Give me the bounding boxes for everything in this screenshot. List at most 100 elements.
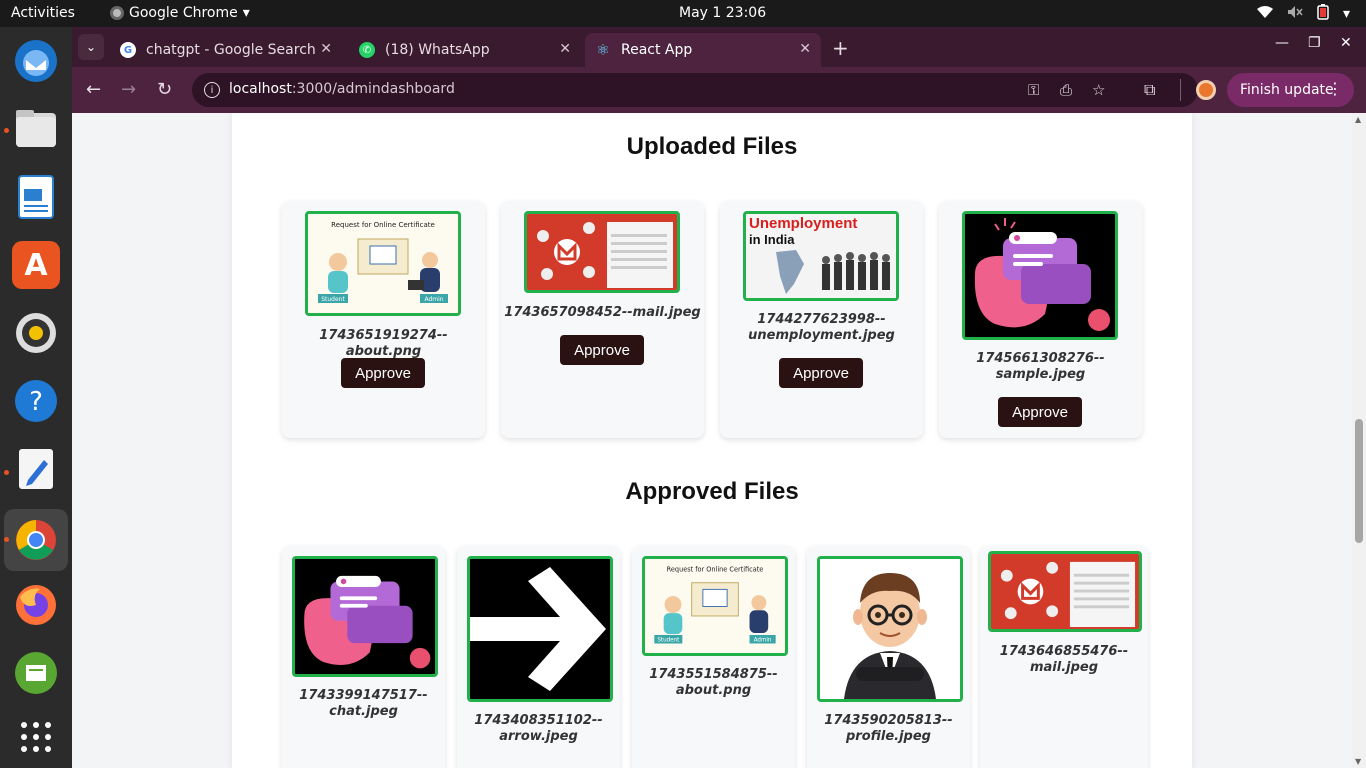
battery-icon: [1317, 4, 1329, 24]
dock: A ?: [0, 27, 72, 768]
tab-title: (18) WhatsApp: [385, 42, 490, 58]
help-icon[interactable]: ?: [12, 377, 60, 425]
svg-text:Admin: Admin: [754, 638, 772, 644]
minimize-button[interactable]: —: [1275, 35, 1289, 51]
unemployment-in-india: Unemployment in India: [746, 214, 896, 298]
bookmark-star-icon[interactable]: ☆: [1092, 81, 1105, 99]
approved-files-heading: Approved Files: [625, 478, 799, 505]
new-tab-button[interactable]: +: [832, 36, 849, 60]
extensions-icon[interactable]: ⧉: [1144, 80, 1155, 100]
file-name: 1743590205813-- profile.jpeg: [824, 713, 953, 744]
install-app-icon[interactable]: ⎙: [1060, 81, 1072, 99]
certificate-illustration: Request for Online Certificate Student A…: [645, 559, 785, 653]
maximize-button[interactable]: ❐: [1308, 35, 1321, 51]
svg-text:Request for Online Certificate: Request for Online Certificate: [667, 565, 764, 573]
profile-avatar[interactable]: [1196, 80, 1216, 100]
thunderbird-icon[interactable]: [12, 37, 60, 85]
uploaded-files-heading: Uploaded Files: [626, 133, 798, 160]
approve-button[interactable]: Approve: [779, 358, 863, 388]
power-menu-icon: ▾: [1342, 6, 1350, 22]
back-button[interactable]: ←: [86, 79, 101, 100]
rhythmbox-icon[interactable]: [12, 309, 60, 357]
approve-button[interactable]: Approve: [998, 397, 1082, 427]
files-icon[interactable]: [12, 105, 60, 153]
chevron-down-icon: ▾: [242, 5, 250, 21]
chat-bubbles-illustration: [295, 559, 435, 674]
gmail-screenshot: [991, 554, 1139, 629]
app-center-icon[interactable]: A: [12, 241, 60, 289]
chrome-icon: [110, 6, 124, 20]
file-name: 1743657098452--mail.jpeg: [504, 305, 701, 320]
close-icon[interactable]: ✕: [320, 41, 332, 57]
activities-button[interactable]: Activities: [11, 5, 75, 21]
file-thumbnail[interactable]: Request for Online Certificate Student A…: [305, 211, 461, 316]
file-thumbnail[interactable]: Unemployment in India: [743, 211, 899, 301]
scroll-up-arrow[interactable]: ▲: [1355, 115, 1361, 124]
file-name: 1743399147517-- chat.jpeg: [299, 688, 428, 719]
file-thumbnail[interactable]: [962, 211, 1118, 340]
tab-title: chatgpt - Google Search: [146, 42, 316, 58]
file-thumbnail[interactable]: [817, 556, 963, 702]
scroll-down-arrow[interactable]: ▼: [1355, 757, 1361, 766]
toolbar-divider: [1180, 79, 1181, 101]
svg-text:in India: in India: [749, 232, 795, 247]
file-thumbnail[interactable]: [292, 556, 438, 677]
url-text[interactable]: localhost:3000/admindashboard: [229, 81, 455, 97]
approve-button[interactable]: Approve: [341, 358, 425, 388]
file-thumbnail[interactable]: Request for Online Certificate Student A…: [642, 556, 788, 656]
system-tray[interactable]: ▾: [1256, 4, 1350, 24]
file-name: 1743551584875-- about.png: [649, 667, 778, 698]
uploaded-file-card: Request for Online Certificate Student A…: [282, 201, 485, 438]
forward-button[interactable]: →: [121, 79, 136, 100]
page-viewport: Uploaded Files Request for Online Certif…: [72, 113, 1366, 768]
file-thumbnail[interactable]: [988, 551, 1142, 632]
file-name: 1745661308276-- sample.jpeg: [976, 351, 1105, 382]
text-editor-icon[interactable]: [12, 445, 60, 493]
approve-button[interactable]: Approve: [560, 335, 644, 365]
svg-text:?: ?: [29, 387, 43, 417]
firefox-icon[interactable]: [12, 581, 60, 629]
window-close-button[interactable]: ✕: [1340, 35, 1352, 51]
chevron-down-icon: ⌄: [85, 40, 97, 54]
close-icon[interactable]: ✕: [559, 41, 571, 57]
approved-file-card: Request for Online Certificate Student A…: [632, 546, 795, 768]
file-name: 1743651919274--about.png: [319, 328, 448, 359]
address-bar[interactable]: i localhost:3000/admindashboard ⚿ ⎙ ☆: [192, 73, 1198, 107]
chrome-dock-icon[interactable]: [4, 509, 68, 571]
site-info-icon[interactable]: i: [204, 82, 220, 98]
tab-whatsapp[interactable]: ✆ (18) WhatsApp ✕: [349, 33, 581, 67]
react-icon: ⚛: [596, 41, 610, 59]
close-icon[interactable]: ✕: [799, 41, 811, 57]
svg-text:Unemployment: Unemployment: [749, 215, 857, 232]
app-menu[interactable]: Google Chrome ▾: [110, 5, 250, 21]
show-apps-icon[interactable]: [12, 713, 60, 761]
whatsapp-icon: ✆: [359, 42, 375, 58]
page-scrollbar[interactable]: ▲ ▼: [1352, 113, 1366, 768]
svg-text:Admin: Admin: [424, 296, 443, 303]
reload-button[interactable]: ↻: [157, 79, 172, 100]
kebab-menu-icon[interactable]: ⋮: [1327, 79, 1343, 98]
svg-text:Request for Online Certificate: Request for Online Certificate: [331, 221, 435, 229]
file-name: 1744277623998-- unemployment.jpeg: [748, 312, 895, 343]
tab-title: React App: [621, 42, 693, 58]
approved-file-card: 1743399147517-- chat.jpeg: [282, 546, 445, 768]
clock[interactable]: May 1 23:06: [679, 5, 766, 21]
google-icon: G: [120, 42, 136, 58]
chat-bubbles-illustration: [965, 214, 1115, 337]
tab-search-button[interactable]: ⌄: [78, 34, 104, 60]
approved-file-card: 1743408351102-- arrow.jpeg: [457, 546, 620, 768]
uploaded-file-card: 1745661308276-- sample.jpeg Approve: [939, 201, 1142, 438]
scrollbar-thumb[interactable]: [1355, 419, 1363, 543]
writer-icon[interactable]: [12, 173, 60, 221]
tab-react-app[interactable]: ⚛ React App ✕: [585, 33, 821, 67]
file-thumbnail[interactable]: [524, 211, 680, 293]
wifi-icon: [1256, 5, 1273, 23]
approved-file-card: 1743590205813-- profile.jpeg: [807, 546, 970, 768]
os-top-bar: Activities Google Chrome ▾ May 1 23:06 ▾: [0, 0, 1366, 27]
finish-update-button[interactable]: Finish update ⋮: [1227, 73, 1354, 107]
file-thumbnail[interactable]: [467, 556, 613, 702]
installer-icon[interactable]: [12, 649, 60, 697]
tab-google-search[interactable]: G chatgpt - Google Search ✕: [110, 33, 342, 67]
gmail-screenshot: [527, 214, 677, 290]
password-key-icon[interactable]: ⚿: [1028, 81, 1039, 99]
